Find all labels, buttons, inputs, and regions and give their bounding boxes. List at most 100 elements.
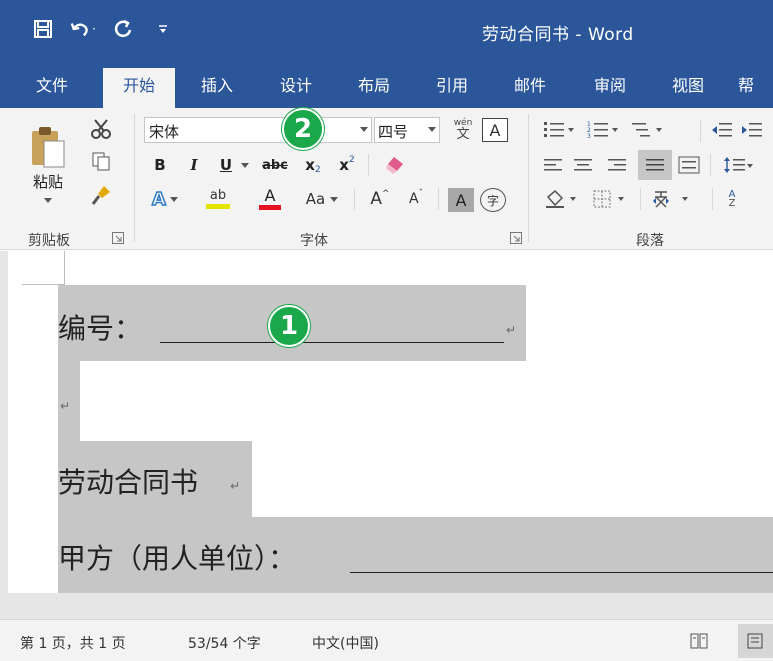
separator (134, 114, 135, 242)
undo-dropdown[interactable]: · (92, 22, 96, 36)
tab-design[interactable]: 设计 (268, 68, 324, 108)
border-char: A (489, 120, 501, 140)
distributed-icon (678, 156, 700, 174)
text-effects-button[interactable]: A (148, 186, 182, 212)
borders-button[interactable] (588, 186, 634, 212)
clipboard-launcher-icon[interactable] (112, 232, 124, 244)
distributed-button[interactable] (674, 152, 704, 178)
grow-font-button[interactable]: A ^ (366, 186, 394, 212)
language-indicator[interactable]: 中文(中国) (312, 633, 379, 653)
font-launcher-icon[interactable] (510, 232, 522, 244)
text-effect-char: A (151, 188, 166, 211)
status-bar: 第 1 页，共 1 页 53/54 个字 中文(中国) (0, 619, 773, 661)
chevron-down-icon (428, 127, 436, 132)
character-border-button[interactable]: A (482, 118, 508, 142)
paste-icon (32, 127, 65, 168)
redo-button[interactable] (110, 16, 136, 42)
paste-button[interactable]: 粘贴 (22, 116, 74, 212)
align-left-icon (544, 159, 562, 171)
tab-view[interactable]: 视图 (660, 68, 716, 108)
superscript-button[interactable]: x2 (334, 152, 360, 178)
shading-button[interactable] (540, 186, 584, 212)
ribbon: 粘贴 剪贴板 宋体 四号 wén 文 A B I U abc x2 x2 A a… (0, 108, 773, 250)
multilevel-list-icon (632, 123, 662, 137)
shading-char: A (455, 190, 467, 210)
tab-mailings[interactable]: 邮件 (502, 68, 558, 108)
align-right-icon (608, 159, 626, 171)
ribbon-tabs: 文件 开始 插入 设计 布局 引用 邮件 审阅 视图 帮 (0, 60, 773, 108)
character-shading-button[interactable]: A (448, 188, 474, 212)
separator (354, 188, 355, 210)
sort-char-z: Z (728, 198, 736, 209)
italic-button[interactable]: I (182, 152, 206, 178)
tab-references[interactable]: 引用 (424, 68, 480, 108)
numbering-icon: 123 (587, 121, 618, 140)
sort-button[interactable]: A Z (718, 186, 746, 212)
doc-line-title[interactable]: 劳动合同书 (58, 461, 198, 501)
paste-dropdown-icon[interactable] (44, 198, 52, 203)
numbering-button[interactable]: 123 (584, 118, 624, 142)
svg-text:3: 3 (587, 133, 591, 140)
copy-button[interactable] (88, 148, 114, 174)
document-area[interactable]: 编号： ↵ ↵ 劳动合同书 ↵ 甲方（用人单位）： 1 (0, 251, 773, 593)
format-painter-button[interactable] (88, 182, 114, 208)
clear-formatting-button[interactable] (380, 152, 410, 178)
subscript-char: x (305, 156, 315, 174)
line-spacing-icon (724, 157, 753, 173)
increase-indent-button[interactable] (738, 118, 766, 142)
highlight-button[interactable]: ab (196, 186, 240, 212)
page-count[interactable]: 第 1 页，共 1 页 (20, 633, 126, 653)
font-size-select[interactable]: 四号 (374, 117, 440, 143)
paragraph-mark: ↵ (506, 323, 517, 337)
read-mode-icon[interactable] (690, 632, 708, 650)
save-button[interactable] (30, 16, 56, 42)
cut-button[interactable] (88, 116, 114, 142)
enclose-characters-button[interactable]: 字 (480, 188, 506, 212)
tab-help[interactable]: 帮 (738, 68, 773, 108)
subscript-button[interactable]: x2 (300, 152, 326, 178)
change-case-button[interactable]: Aa (298, 186, 346, 212)
separator (368, 154, 369, 176)
tab-review[interactable]: 审阅 (582, 68, 638, 108)
doc-line-number[interactable]: 编号： (58, 307, 142, 347)
doc-line-party-a[interactable]: 甲方（用人单位）： (58, 537, 296, 577)
strikethrough-button[interactable]: abc (258, 152, 292, 178)
bullets-button[interactable] (540, 118, 580, 142)
phonetic-char: 文 (456, 127, 470, 142)
paragraph-mark: ↵ (60, 399, 71, 413)
redo-icon (114, 19, 132, 38)
tab-layout[interactable]: 布局 (346, 68, 402, 108)
multilevel-list-button[interactable] (628, 118, 668, 142)
line-spacing-button[interactable] (718, 152, 758, 178)
clipboard-group-label: 剪贴板 (28, 233, 70, 249)
chinese-layout-button[interactable] (648, 186, 700, 212)
align-center-button[interactable] (570, 152, 596, 178)
bold-button[interactable]: B (148, 152, 172, 178)
borders-icon (593, 190, 624, 208)
print-layout-button[interactable] (738, 624, 773, 658)
tab-file[interactable]: 文件 (22, 68, 82, 108)
title-bar: · 劳动合同书 - Word (0, 0, 773, 60)
customize-icon (159, 25, 167, 33)
increase-indent-icon (742, 123, 762, 137)
word-count[interactable]: 53/54 个字 (188, 633, 261, 653)
decrease-indent-button[interactable] (708, 118, 736, 142)
underline-dropdown-icon[interactable] (238, 158, 252, 172)
shrink-font-button[interactable]: Aˇ (402, 186, 430, 212)
font-group-label: 字体 (300, 233, 328, 249)
font-color-button[interactable]: A (250, 186, 290, 212)
align-left-button[interactable] (540, 152, 566, 178)
paragraph-group-label: 段落 (636, 233, 664, 249)
tab-home[interactable]: 开始 (103, 68, 175, 108)
font-name-select[interactable]: 宋体 (144, 117, 372, 143)
customize-qat-button[interactable] (150, 16, 176, 42)
undo-button[interactable]: · (70, 16, 96, 42)
tab-insert[interactable]: 插入 (189, 68, 245, 108)
phonetic-guide-button[interactable]: wén 文 (448, 116, 478, 144)
number-underline (160, 342, 504, 343)
separator (712, 188, 713, 210)
justify-button[interactable] (638, 150, 672, 180)
underline-button[interactable]: U (214, 152, 238, 178)
align-right-button[interactable] (604, 152, 630, 178)
grow-font-char: A (370, 189, 383, 209)
